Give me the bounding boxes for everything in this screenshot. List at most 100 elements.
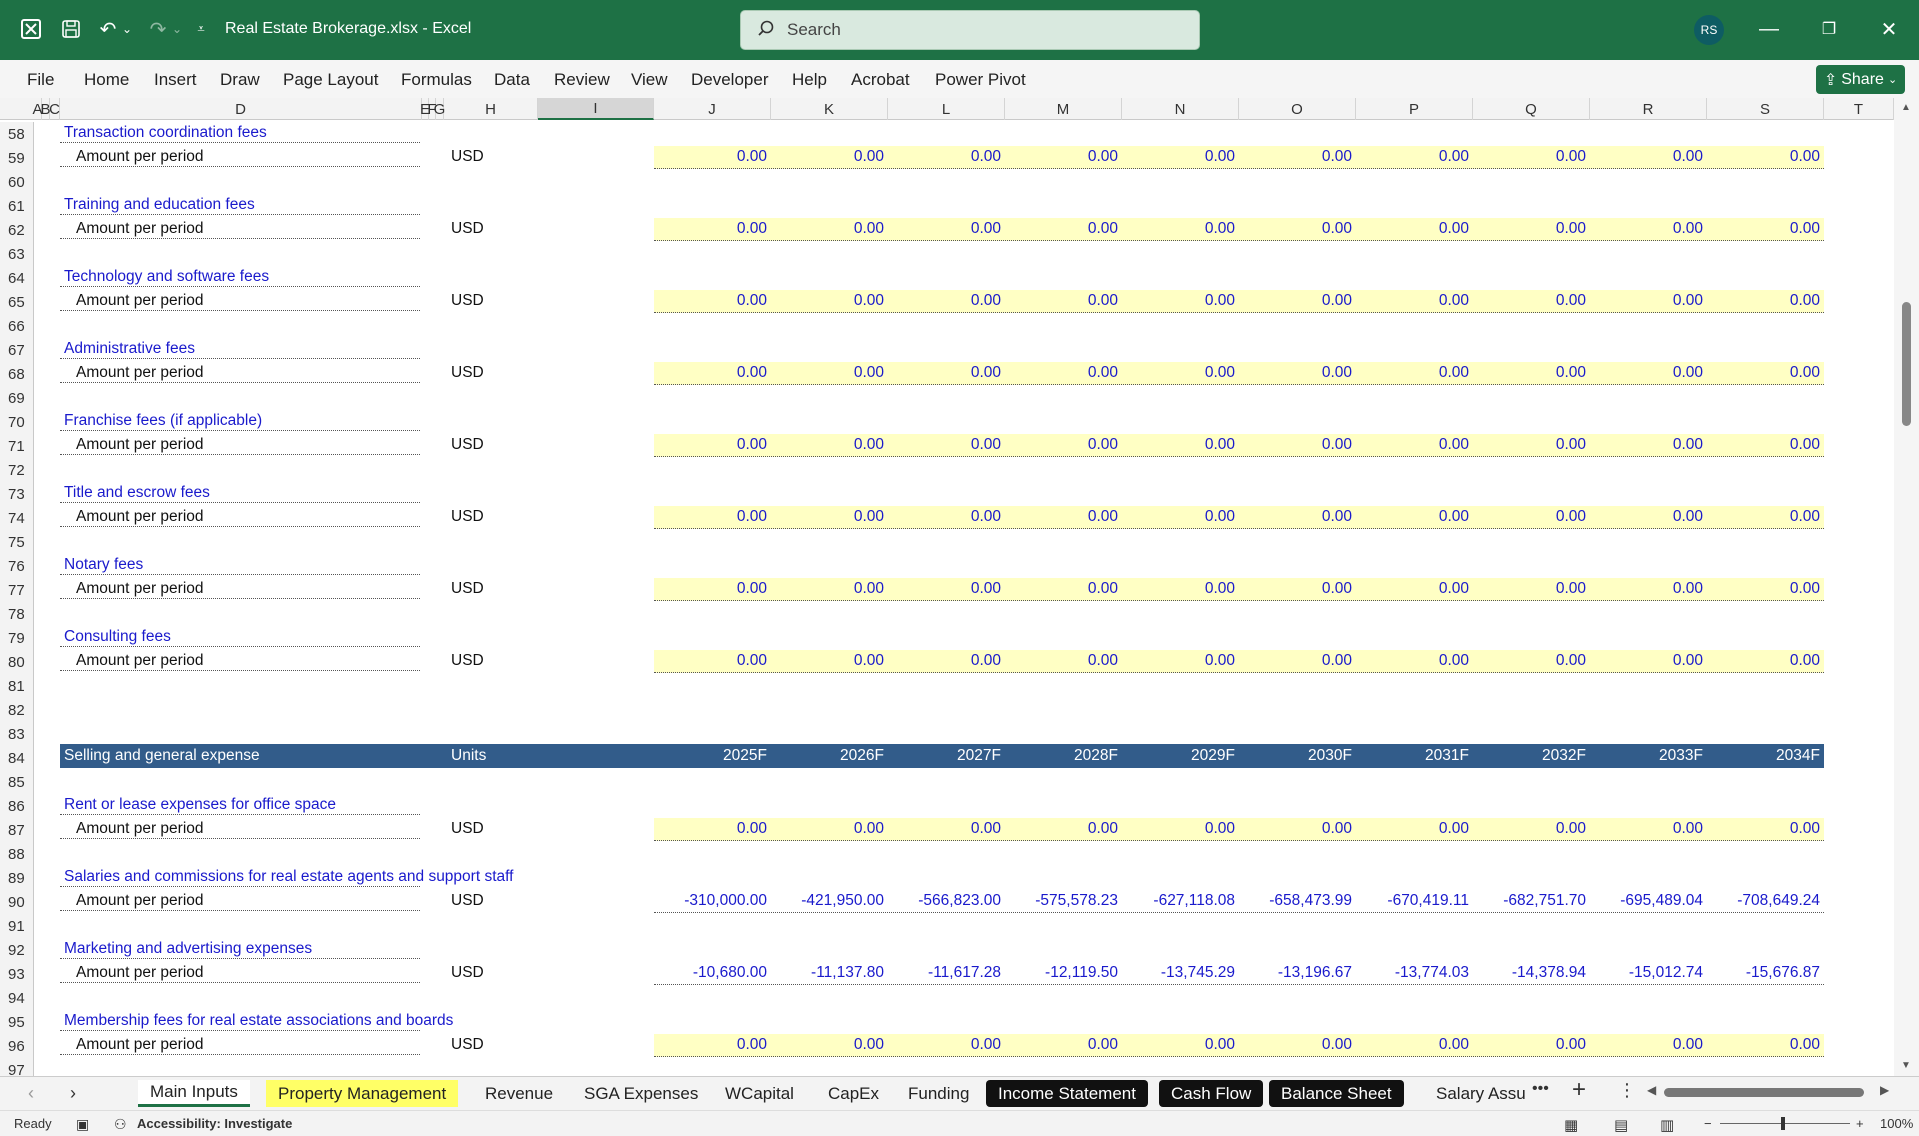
row-header[interactable]: 67 — [0, 338, 34, 362]
value-cell[interactable]: 0.00 — [1474, 652, 1590, 670]
value-cell[interactable]: 0.00 — [889, 652, 1005, 670]
row-header[interactable]: 65 — [0, 290, 34, 314]
page-break-view-icon[interactable]: ▥ — [1660, 1116, 1674, 1134]
zoom-in-icon[interactable]: + — [1856, 1116, 1864, 1131]
value-cell[interactable]: 0.00 — [1006, 220, 1122, 238]
unit-cell[interactable]: USD — [451, 364, 484, 382]
value-cell[interactable]: 0.00 — [1474, 148, 1590, 166]
col-header-o[interactable]: O — [1239, 98, 1356, 120]
menu-help[interactable]: Help — [792, 70, 827, 90]
row-header[interactable]: 85 — [0, 770, 34, 794]
value-cell[interactable]: -670,419.11 — [1357, 892, 1473, 910]
line-item-title[interactable]: Notary fees — [64, 556, 143, 574]
value-cell[interactable]: -13,196.67 — [1240, 964, 1356, 982]
row-header[interactable]: 77 — [0, 578, 34, 602]
col-header-i[interactable]: I — [538, 98, 654, 120]
value-cell[interactable]: 0.00 — [772, 580, 888, 598]
unit-cell[interactable]: USD — [451, 652, 484, 670]
value-cell[interactable]: 0.00 — [1357, 220, 1473, 238]
col-header-k[interactable]: K — [771, 98, 888, 120]
zoom-out-icon[interactable]: − — [1704, 1116, 1712, 1131]
value-cell[interactable]: 0.00 — [1591, 364, 1707, 382]
menu-view[interactable]: View — [631, 70, 668, 90]
value-cell[interactable]: 0.00 — [1123, 652, 1239, 670]
close-icon[interactable]: ✕ — [1874, 14, 1904, 44]
row-header[interactable]: 84 — [0, 746, 34, 770]
value-cell[interactable]: 0.00 — [1357, 820, 1473, 838]
value-cell[interactable]: 0.00 — [1006, 148, 1122, 166]
value-cell[interactable]: 0.00 — [1708, 580, 1824, 598]
hscroll-left-icon[interactable]: ◀ — [1647, 1083, 1656, 1097]
row-header[interactable]: 86 — [0, 794, 34, 818]
value-cell[interactable]: 0.00 — [1240, 436, 1356, 454]
value-cell[interactable]: 0.00 — [1708, 292, 1824, 310]
unit-cell[interactable]: USD — [451, 964, 484, 982]
col-header-m[interactable]: M — [1005, 98, 1122, 120]
page-layout-view-icon[interactable]: ▤ — [1614, 1116, 1628, 1134]
scroll-down-icon[interactable]: ▼ — [1901, 1060, 1911, 1071]
value-cell[interactable]: -627,118.08 — [1123, 892, 1239, 910]
sheet-tab[interactable]: Revenue — [473, 1080, 565, 1107]
value-cell[interactable]: 0.00 — [1006, 436, 1122, 454]
value-cell[interactable]: -421,950.00 — [772, 892, 888, 910]
value-cell[interactable]: 0.00 — [1708, 652, 1824, 670]
value-cell[interactable]: 0.00 — [1708, 436, 1824, 454]
row-header[interactable]: 71 — [0, 434, 34, 458]
amount-per-period-label[interactable]: Amount per period — [76, 820, 204, 838]
value-cell[interactable]: -695,489.04 — [1591, 892, 1707, 910]
value-cell[interactable]: -566,823.00 — [889, 892, 1005, 910]
value-cell[interactable]: 0.00 — [1123, 820, 1239, 838]
value-cell[interactable]: 0.00 — [1591, 1036, 1707, 1054]
sheet-tab[interactable]: CapEx — [816, 1080, 891, 1107]
value-cell[interactable]: 0.00 — [1240, 148, 1356, 166]
value-cell[interactable]: 0.00 — [1357, 580, 1473, 598]
value-cell[interactable]: 0.00 — [772, 292, 888, 310]
row-header[interactable]: 62 — [0, 218, 34, 242]
row-header[interactable]: 78 — [0, 602, 34, 626]
value-cell[interactable]: 0.00 — [655, 292, 771, 310]
col-header-h[interactable]: H — [444, 98, 538, 120]
restore-icon[interactable]: ❐ — [1814, 14, 1844, 44]
value-cell[interactable]: 0.00 — [772, 508, 888, 526]
value-cell[interactable]: -10,680.00 — [655, 964, 771, 982]
row-header[interactable]: 95 — [0, 1010, 34, 1034]
value-cell[interactable]: 0.00 — [655, 220, 771, 238]
row-header[interactable]: 93 — [0, 962, 34, 986]
sheet-tab[interactable]: Property Management — [266, 1080, 459, 1107]
value-cell[interactable]: 0.00 — [1474, 580, 1590, 598]
row-header[interactable]: 61 — [0, 194, 34, 218]
line-item-title[interactable]: Technology and software fees — [64, 268, 269, 286]
menu-acrobat[interactable]: Acrobat — [851, 70, 910, 90]
line-item-title[interactable]: Title and escrow fees — [64, 484, 210, 502]
line-item-title[interactable]: Administrative fees — [64, 340, 195, 358]
share-button[interactable]: ⇪ Share ⌄ — [1816, 65, 1905, 94]
menu-draw[interactable]: Draw — [220, 70, 260, 90]
value-cell[interactable]: 0.00 — [889, 148, 1005, 166]
vertical-scroll-thumb[interactable] — [1902, 302, 1911, 426]
value-cell[interactable]: 0.00 — [1123, 436, 1239, 454]
unit-cell[interactable]: USD — [451, 580, 484, 598]
unit-cell[interactable]: USD — [451, 148, 484, 166]
row-header[interactable]: 90 — [0, 890, 34, 914]
horizontal-scroll-thumb[interactable] — [1664, 1088, 1864, 1097]
value-cell[interactable]: 0.00 — [1123, 364, 1239, 382]
row-header[interactable]: 91 — [0, 914, 34, 938]
col-header-t[interactable]: T — [1824, 98, 1894, 120]
value-cell[interactable]: 0.00 — [1123, 1036, 1239, 1054]
sheet-tab[interactable]: Cash Flow — [1159, 1080, 1264, 1107]
value-cell[interactable]: 0.00 — [1708, 364, 1824, 382]
col-header-d[interactable]: D — [60, 98, 422, 120]
value-cell[interactable]: 0.00 — [1708, 220, 1824, 238]
value-cell[interactable]: 0.00 — [772, 220, 888, 238]
row-header[interactable]: 58 — [0, 122, 34, 146]
sheet-options-icon[interactable]: ⋮ — [1618, 1080, 1636, 1101]
value-cell[interactable]: 0.00 — [1474, 508, 1590, 526]
menu-home[interactable]: Home — [84, 70, 129, 90]
accessibility-icon[interactable]: ⚇ — [114, 1116, 127, 1133]
menu-formulas[interactable]: Formulas — [401, 70, 472, 90]
value-cell[interactable]: 0.00 — [772, 436, 888, 454]
col-header-n[interactable]: N — [1122, 98, 1239, 120]
value-cell[interactable]: 0.00 — [889, 436, 1005, 454]
unit-cell[interactable]: USD — [451, 508, 484, 526]
row-header[interactable]: 63 — [0, 242, 34, 266]
